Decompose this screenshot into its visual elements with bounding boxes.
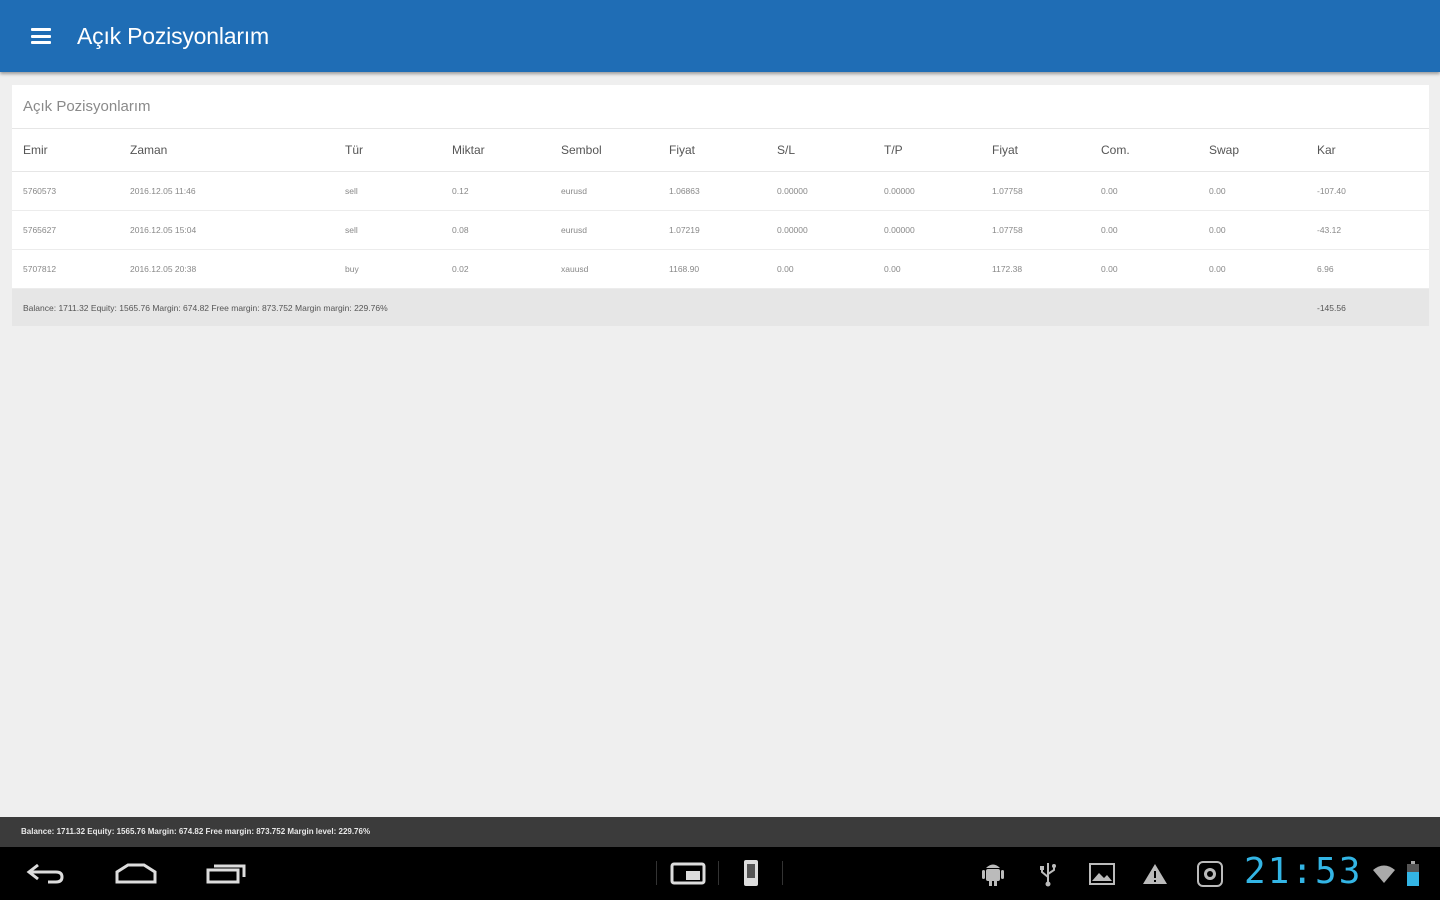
app-icon [1196, 861, 1224, 887]
table-cell: 0.00 [1090, 249, 1198, 289]
table-cell: 0.12 [441, 171, 550, 211]
table-cell: 0.00 [1198, 171, 1306, 211]
table-cell: -43.12 [1306, 210, 1429, 250]
divider [718, 861, 719, 885]
table-cell: 6.96 [1306, 249, 1429, 289]
account-summary: Balance: 1711.32 Equity: 1565.76 Margin:… [12, 288, 1306, 326]
positions-card: Açık Pozisyonlarım Emir Zaman Tür Miktar… [12, 85, 1429, 326]
system-navigation-bar: 21:53 [0, 847, 1440, 900]
table-cell: 0.00000 [873, 171, 981, 211]
column-header[interactable]: T/P [873, 129, 981, 172]
recent-apps-icon[interactable] [202, 857, 250, 889]
table-row[interactable]: 5765627 2016.12.05 15:04 sell 0.08 eurus… [12, 210, 1429, 250]
table-cell: 1.07219 [658, 210, 766, 250]
table-cell: 2016.12.05 15:04 [119, 210, 334, 250]
warning-icon [1141, 861, 1169, 887]
table-cell: sell [334, 210, 441, 250]
table-cell: 1172.38 [981, 249, 1090, 289]
battery-icon [1403, 861, 1423, 887]
table-cell: 0.00000 [873, 210, 981, 250]
gallery-icon [1088, 861, 1116, 887]
table-cell: 5765627 [12, 210, 119, 250]
home-icon[interactable] [112, 857, 160, 889]
table-header-row: Emir Zaman Tür Miktar Sembol Fiyat S/L T… [12, 129, 1429, 172]
column-header[interactable]: S/L [766, 129, 873, 172]
page-title: Açık Pozisyonlarım [77, 22, 269, 49]
table-cell: 1.06863 [658, 171, 766, 211]
table-cell: sell [334, 171, 441, 211]
app-bar: Açık Pozisyonlarım [0, 0, 1440, 72]
table-cell: xauusd [550, 249, 658, 289]
column-header[interactable]: Fiyat [658, 129, 766, 172]
table-cell: 0.00 [1198, 249, 1306, 289]
screenshot-icon[interactable] [668, 857, 708, 889]
table-cell: 0.00000 [766, 171, 873, 211]
table-cell: 0.00000 [766, 210, 873, 250]
column-header[interactable]: Zaman [119, 129, 334, 172]
table-cell: eurusd [550, 210, 658, 250]
table-cell: 1168.90 [658, 249, 766, 289]
android-icon [980, 861, 1006, 887]
table-cell: 2016.12.05 20:38 [119, 249, 334, 289]
table-cell: 1.07758 [981, 210, 1090, 250]
column-header[interactable]: Tür [334, 129, 441, 172]
table-cell: 5760573 [12, 171, 119, 211]
column-header[interactable]: Fiyat [981, 129, 1090, 172]
divider [656, 861, 657, 885]
column-header[interactable]: Miktar [441, 129, 550, 172]
table-cell: 0.00 [873, 249, 981, 289]
table-cell: buy [334, 249, 441, 289]
table-cell: 1.07758 [981, 171, 1090, 211]
hamburger-menu-icon[interactable] [31, 28, 51, 44]
column-header[interactable]: Swap [1198, 129, 1306, 172]
account-status-bar: Balance: 1711.32 Equity: 1565.76 Margin:… [0, 817, 1440, 847]
table-cell: 0.00 [766, 249, 873, 289]
table-row[interactable]: 5707812 2016.12.05 20:38 buy 0.02 xauusd… [12, 249, 1429, 289]
column-header[interactable]: Kar [1306, 129, 1429, 172]
column-header[interactable]: Sembol [550, 129, 658, 172]
summary-row: Balance: 1711.32 Equity: 1565.76 Margin:… [12, 288, 1429, 326]
clock[interactable]: 21:53 [1244, 851, 1362, 892]
phone-icon[interactable] [738, 857, 764, 889]
wifi-icon [1372, 861, 1396, 887]
column-header[interactable]: Emir [12, 129, 119, 172]
back-icon[interactable] [22, 857, 68, 889]
table-row[interactable]: 5760573 2016.12.05 11:46 sell 0.12 eurus… [12, 171, 1429, 211]
table-cell: 2016.12.05 11:46 [119, 171, 334, 211]
card-title: Açık Pozisyonlarım [12, 85, 1429, 129]
positions-table: Emir Zaman Tür Miktar Sembol Fiyat S/L T… [12, 129, 1429, 326]
table-cell: 0.00 [1090, 171, 1198, 211]
divider [782, 861, 783, 885]
table-cell: 5707812 [12, 249, 119, 289]
table-cell: 0.08 [441, 210, 550, 250]
table-cell: 0.00 [1198, 210, 1306, 250]
table-cell: 0.00 [1090, 210, 1198, 250]
usb-icon [1036, 861, 1060, 887]
table-cell: 0.02 [441, 249, 550, 289]
column-header[interactable]: Com. [1090, 129, 1198, 172]
table-cell: -107.40 [1306, 171, 1429, 211]
total-profit: -145.56 [1306, 288, 1429, 326]
table-cell: eurusd [550, 171, 658, 211]
